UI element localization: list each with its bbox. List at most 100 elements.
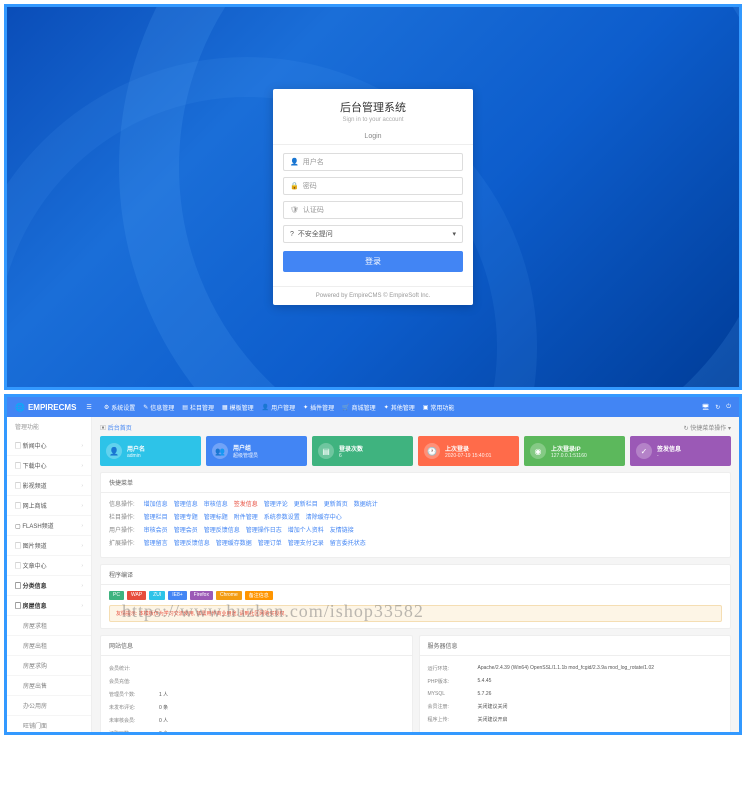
stat-icon: 👤	[106, 443, 122, 459]
nav-icon: ▦	[222, 404, 228, 411]
stat-icon: ✓	[636, 443, 652, 459]
login-button[interactable]: 登录	[283, 251, 463, 272]
power-icon[interactable]: ⏻	[726, 404, 731, 411]
quick-link[interactable]: 友情链接	[330, 525, 354, 534]
env-tag: Chrome	[216, 591, 242, 600]
info-row: 管理员个数:1 人	[109, 688, 404, 701]
quick-link[interactable]: 管理评论	[264, 499, 288, 508]
nav-item[interactable]: 👤用户管理	[262, 403, 296, 412]
stat-icon: ▤	[318, 443, 334, 459]
stat-icon: 🕐	[424, 443, 440, 459]
stat-icon: ◉	[530, 443, 546, 459]
quick-link[interactable]: 管理反馈信息	[174, 538, 210, 547]
server-info-panel: 服务器信息 运行环境:Apache/2.4.39 (Win64) OpenSSL…	[419, 635, 732, 732]
quick-link[interactable]: 数据统计	[354, 499, 378, 508]
quick-link-row: 扩展操作:管理留言管理反馈信息管理缓存数据管理订单管理支付记录留言委托状态	[109, 538, 722, 547]
brand[interactable]: 🌐 EMPIRECMS	[15, 403, 76, 412]
nav-item[interactable]: ▤栏目管理	[182, 403, 214, 412]
quick-link[interactable]: 增加个人资料	[288, 525, 324, 534]
username-input[interactable]: 👤 用户名	[283, 153, 463, 171]
sidebar-item[interactable]: ▢ 图片频道›	[7, 536, 91, 556]
sidebar-item[interactable]: 房屋求购	[7, 656, 91, 676]
quick-link[interactable]: 留言委托状态	[330, 538, 366, 547]
quick-link[interactable]: 审核会员	[144, 525, 168, 534]
login-title: 后台管理系统	[273, 99, 473, 115]
dashboard: 🌐 EMPIRECMS ☰ ⚙系统设置 ✎信息管理 ▤栏目管理 ▦模板管理 👤用户管理 ✦…	[7, 397, 739, 732]
chevron-right-icon: ›	[81, 543, 83, 549]
quick-link[interactable]: 管理专题	[174, 512, 198, 521]
menu-toggle-icon[interactable]: ☰	[86, 404, 91, 411]
quick-link[interactable]: 系统参数设置	[264, 512, 300, 521]
stat-card: ✓签发信息-	[630, 436, 731, 466]
env-tag: PC	[109, 591, 124, 600]
env-tag: ZUI	[149, 591, 165, 600]
captcha-input[interactable]: 🛡 认证码	[283, 201, 463, 219]
quick-link[interactable]: 管理操作日志	[246, 525, 282, 534]
sidebar-item[interactable]: ▢ 新闻中心›	[7, 436, 91, 456]
desktop-icon[interactable]: 🖥	[702, 404, 710, 411]
chevron-right-icon: ›	[81, 483, 83, 489]
sidebar-item[interactable]: ▢ 网上商城›	[7, 496, 91, 516]
quick-link-row: 信息操作:增加信息管理信息审核信息签发信息管理评论更新栏目更新首页数据统计	[109, 499, 722, 508]
quick-link[interactable]: 附件管理	[234, 512, 258, 521]
sidebar-item[interactable]: ▢ FLASH频道›	[7, 516, 91, 536]
password-input[interactable]: 🔒 密码	[283, 177, 463, 195]
sidebar-item[interactable]: 办公用房	[7, 696, 91, 716]
sidebar-item[interactable]: ▢ 分类信息›	[7, 576, 91, 596]
quick-link[interactable]: 管理标题	[204, 512, 228, 521]
stat-card: ▤登录次数6	[312, 436, 413, 466]
quick-link[interactable]: 管理缓存数据	[216, 538, 252, 547]
nav-icon: ⚙	[104, 404, 109, 411]
sidebar-item[interactable]: ▢ 房屋信息›	[7, 596, 91, 616]
refresh-icon[interactable]: ↻	[684, 426, 689, 432]
security-question-select[interactable]: ? 不安全提问 ▾	[283, 225, 463, 243]
sidebar-item[interactable]: ▢ 影视频道›	[7, 476, 91, 496]
nav-item[interactable]: ✦插件管理	[303, 403, 334, 412]
env-tag: 备注信息	[245, 591, 273, 600]
quick-link[interactable]: 管理订单	[258, 538, 282, 547]
nav-icon: ▤	[182, 404, 188, 411]
quick-menu-panel: 快捷菜单 信息操作:增加信息管理信息审核信息签发信息管理评论更新栏目更新首页数据…	[100, 472, 731, 558]
info-row: 未审核会员:0 人	[109, 714, 404, 727]
quick-link[interactable]: 管理栏目	[144, 512, 168, 521]
nav-item[interactable]: ✎信息管理	[143, 403, 174, 412]
sidebar-item[interactable]: 房屋出租	[7, 636, 91, 656]
quick-link[interactable]: 更新栏目	[294, 499, 318, 508]
sidebar-item[interactable]: 房屋求租	[7, 616, 91, 636]
main-content: ▣ 后台首页 ↻ 快捷菜单操作 ▾ 👤用户名admin👥用户组超级管理员▤登录次…	[92, 417, 739, 732]
quick-link[interactable]: 清除缓存中心	[306, 512, 342, 521]
nav-item[interactable]: 🛒商城管理	[342, 403, 376, 412]
refresh-icon[interactable]: ↻	[715, 404, 720, 411]
quick-link[interactable]: 管理留言	[144, 538, 168, 547]
quick-link[interactable]: 管理反馈信息	[204, 525, 240, 534]
nav-item[interactable]: ▣常用功能	[423, 403, 455, 412]
chevron-right-icon: ›	[81, 603, 83, 609]
nav-item[interactable]: ▦模板管理	[222, 403, 254, 412]
quick-link[interactable]: 管理支付记录	[288, 538, 324, 547]
sidebar-title: 管理功能	[7, 417, 91, 436]
nav-icon: ▣	[423, 404, 429, 411]
quick-link[interactable]: 管理信息	[174, 499, 198, 508]
nav-item[interactable]: ✦其他管理	[384, 403, 415, 412]
sidebar-item[interactable]: ▢ 下载中心›	[7, 456, 91, 476]
nav-item[interactable]: ⚙系统设置	[104, 403, 135, 412]
quick-link[interactable]: 管理会员	[174, 525, 198, 534]
chevron-right-icon: ›	[81, 563, 83, 569]
quick-link[interactable]: 签发信息	[234, 499, 258, 508]
sidebar-item[interactable]: 房屋出售	[7, 676, 91, 696]
sidebar-item[interactable]: ▢ 文章中心›	[7, 556, 91, 576]
nav-icon: 🛒	[342, 404, 349, 411]
quick-link[interactable]: 增加信息	[144, 499, 168, 508]
login-tab[interactable]: Login	[273, 129, 473, 145]
login-screen: 后台管理系统 Sign in to your account Login 👤 用…	[7, 7, 739, 387]
doc-icon: ▣	[100, 426, 106, 432]
info-row: 运行环境:Apache/2.4.39 (Win64) OpenSSL/1.1.1…	[428, 662, 723, 675]
lock-icon: 🔒	[290, 182, 299, 190]
site-info-panel: 网站信息 会员统计:会员充值:管理员个数:1 人未发布评论:0 条未审核会员:0…	[100, 635, 413, 732]
breadcrumb: ▣ 后台首页 ↻ 快捷菜单操作 ▾	[100, 423, 731, 436]
chevron-down-icon: ▾	[452, 230, 456, 238]
quick-link[interactable]: 更新首页	[324, 499, 348, 508]
quick-link[interactable]: 审核信息	[204, 499, 228, 508]
sidebar-item[interactable]: 旺铺门面	[7, 716, 91, 732]
stat-card: ◉上次登录IP127.0.0.1:51160	[524, 436, 625, 466]
